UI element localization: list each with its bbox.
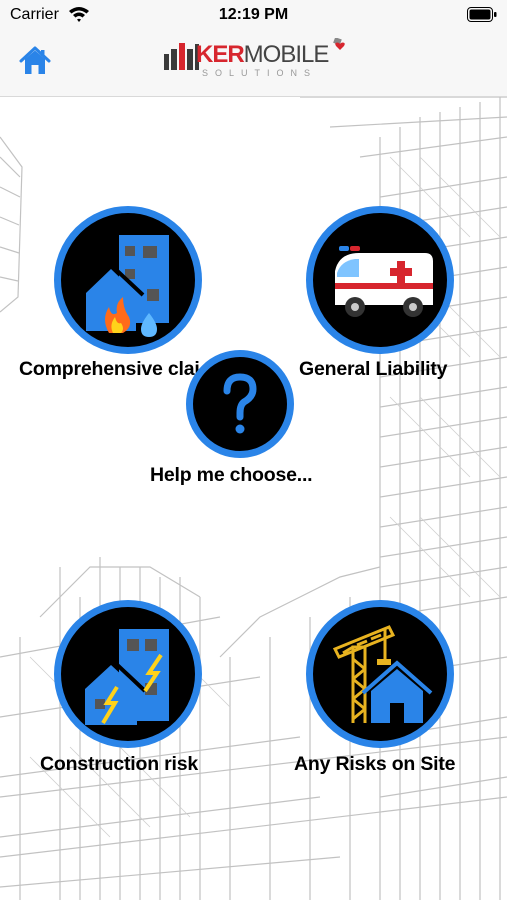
home-button[interactable] (18, 44, 52, 78)
ambulance-icon (335, 246, 433, 317)
tile-label: Any Risks on Site (294, 753, 456, 775)
battery-icon (467, 7, 497, 27)
buildings-fire-water-icon (77, 235, 169, 337)
home-icon (19, 46, 51, 74)
crane-house-icon (332, 625, 433, 723)
logo-text-red: KER (196, 41, 245, 68)
tile-label: Help me choose... (150, 464, 313, 486)
clock: 12:19 PM (218, 6, 289, 23)
brand-logo: KERMOBILE SOLUTIONS (162, 36, 352, 86)
logo-text-gray: MOBILE (243, 41, 330, 68)
question-mark-icon (223, 373, 257, 434)
nav-bar: KERMOBILE SOLUTIONS (0, 32, 507, 97)
construction-background (0, 97, 507, 900)
tile-label: Comprehensive clai (19, 358, 200, 380)
logo-tagline: SOLUTIONS (202, 68, 318, 78)
buildings-lightning-icon (75, 629, 169, 725)
tile-label: General Liability (299, 358, 448, 380)
status-bar: Carrier 12:19 PM (0, 0, 507, 32)
tile-label: Construction risk (40, 753, 199, 775)
